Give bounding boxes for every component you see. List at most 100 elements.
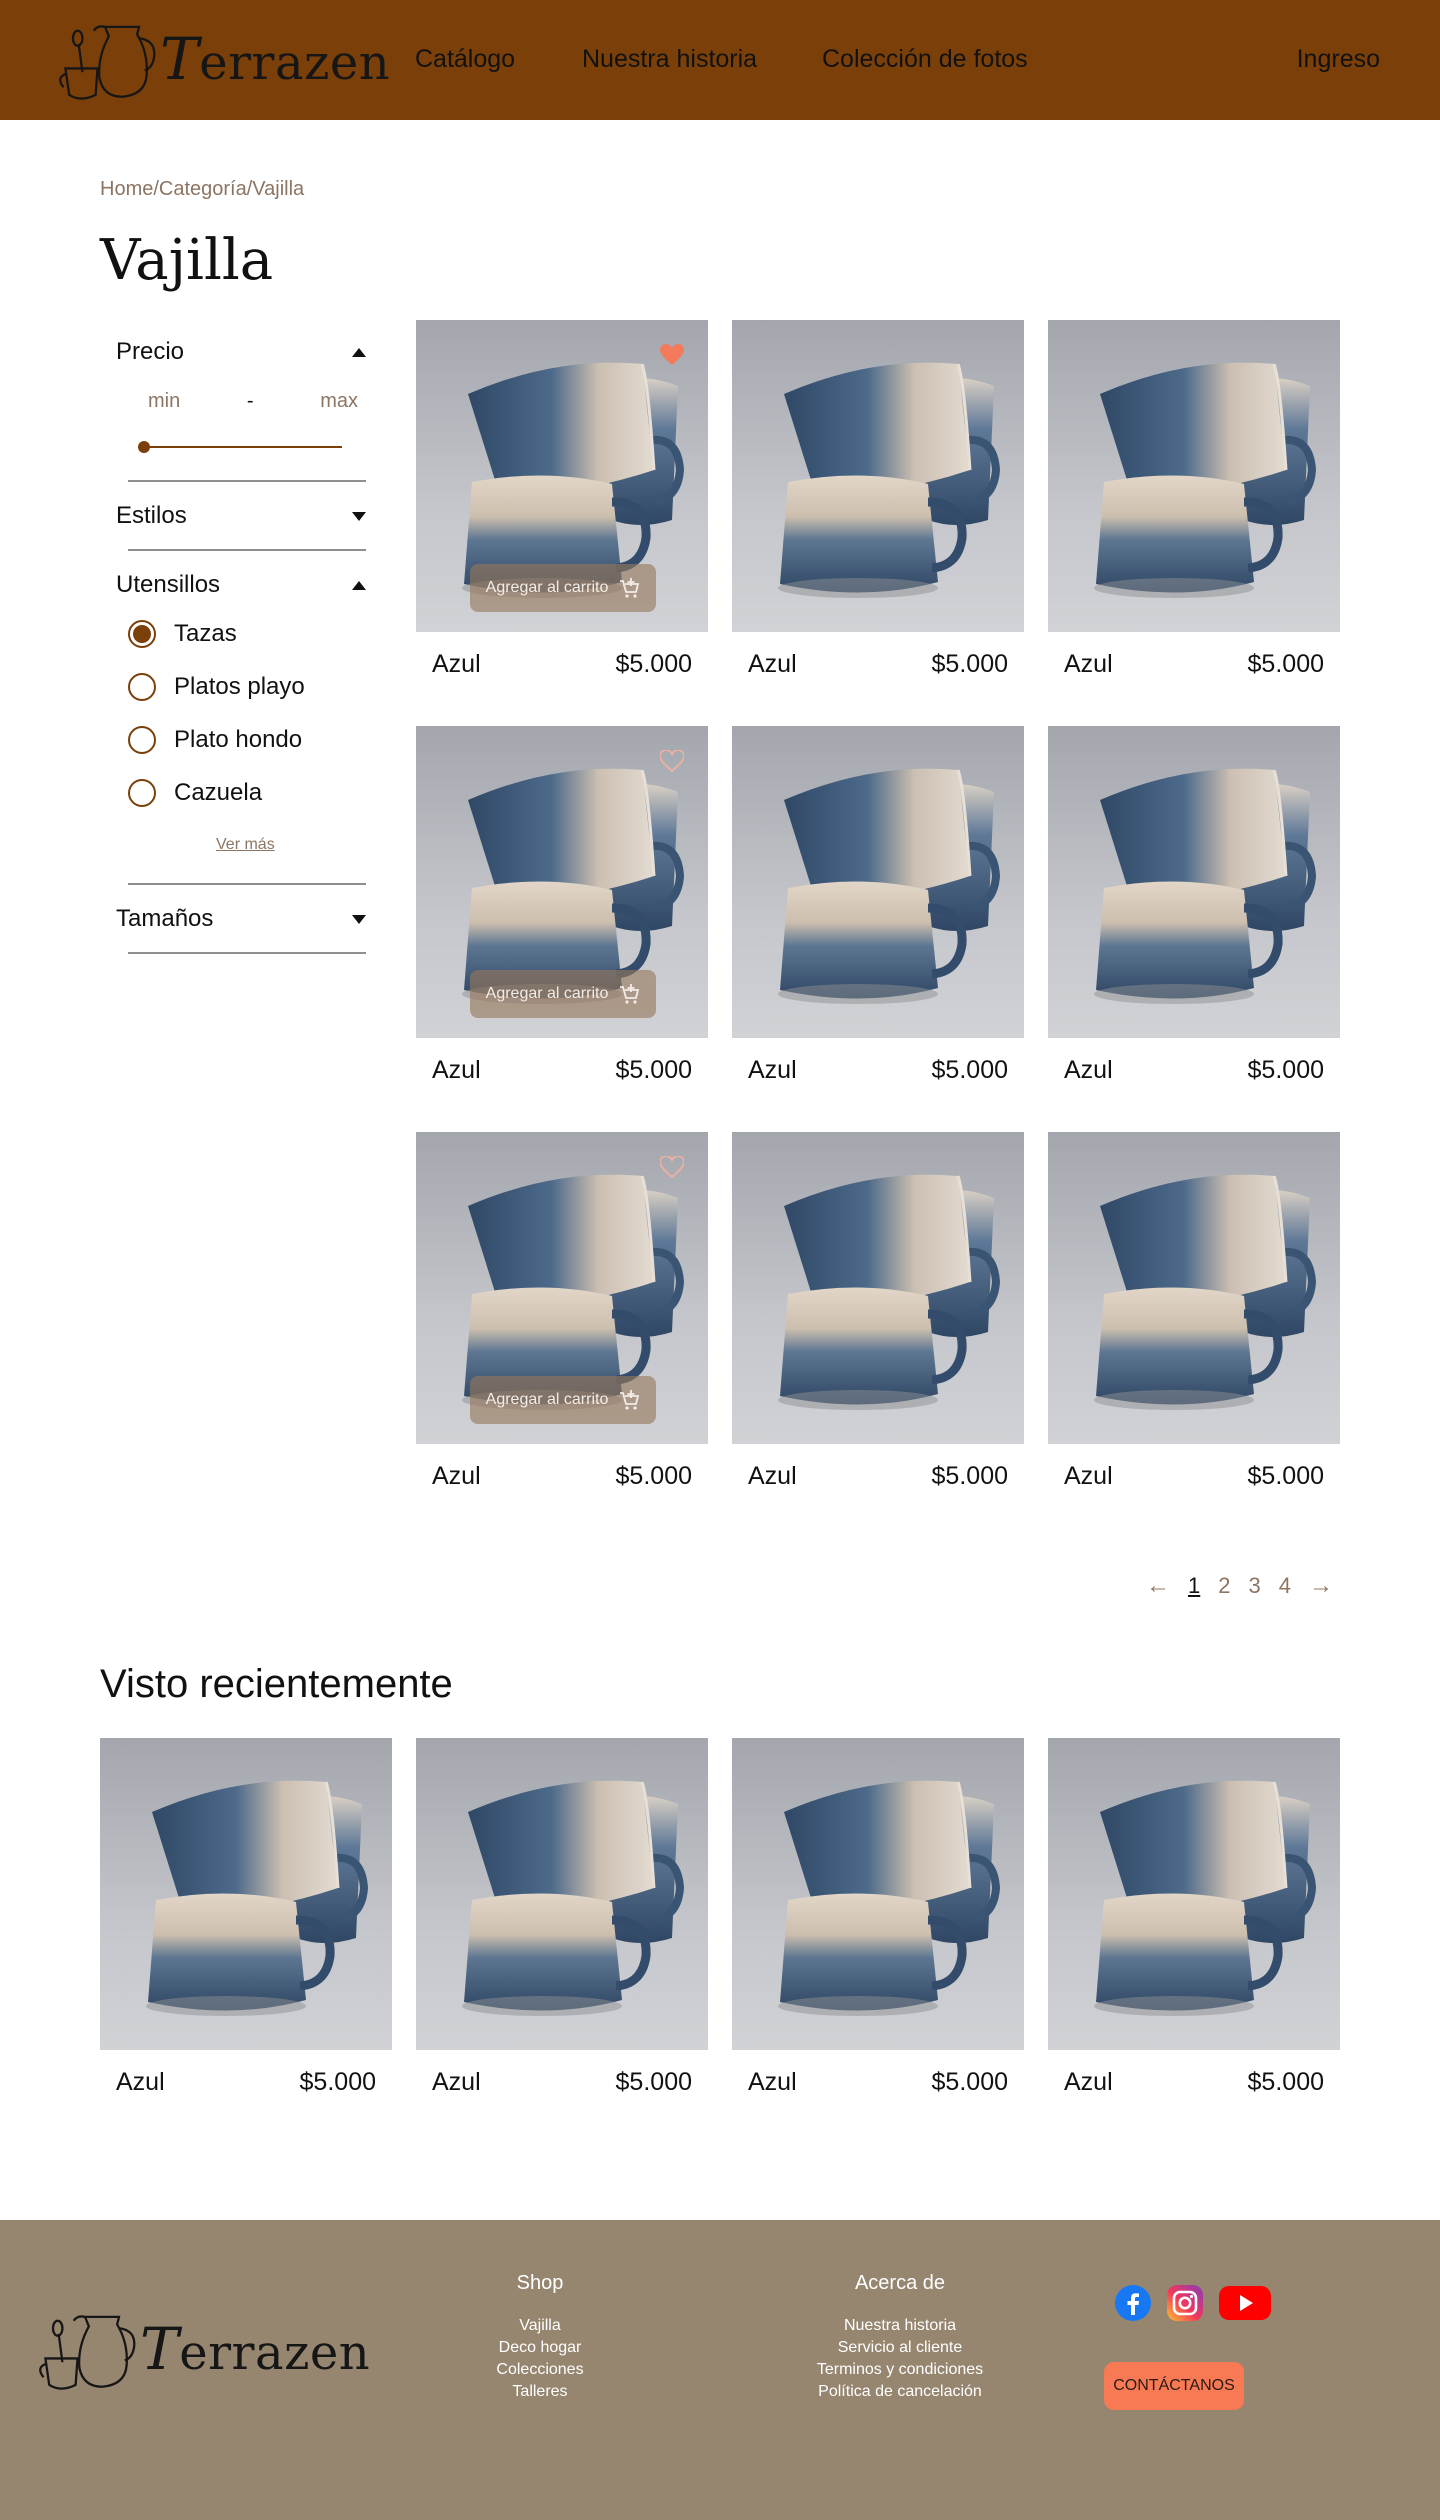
breadcrumb: Home/ Categoría/ Vajilla (100, 178, 304, 201)
product-card[interactable]: Agregar al carrito Azul $5.000 (416, 1132, 708, 1504)
heart-outline-icon[interactable] (660, 750, 684, 772)
footer-link-colecciones[interactable]: Colecciones (470, 2359, 610, 2381)
filter-tamanos-label: Tamaños (116, 905, 214, 932)
nav-catalogo[interactable]: Catálogo (415, 45, 515, 74)
page-4[interactable]: 4 (1279, 1573, 1291, 1599)
price-range-separator: - (246, 390, 254, 412)
site-footer: Terrazen Shop Vajilla Deco hogar Colecci… (0, 2220, 1440, 2520)
brand-logo[interactable]: Terrazen (56, 16, 390, 102)
radio-option-platos-playo[interactable]: Platos playo (128, 673, 305, 701)
footer-link-deco-hogar[interactable]: Deco hogar (470, 2337, 610, 2359)
filter-estilos-header[interactable]: Estilos (116, 502, 366, 530)
youtube-icon[interactable] (1218, 2284, 1272, 2322)
product-card[interactable]: Azul $5.000 (732, 726, 1024, 1098)
radio-label: Platos playo (174, 673, 305, 700)
radio-selected-icon[interactable] (128, 620, 156, 648)
product-image[interactable] (1048, 1738, 1340, 2050)
product-name: Azul (748, 1462, 797, 1490)
caret-down-icon (352, 511, 366, 521)
product-card[interactable]: Agregar al carrito Azul $5.000 (416, 726, 708, 1098)
footer-link-vajilla[interactable]: Vajilla (470, 2315, 610, 2337)
product-price: $5.000 (1247, 1056, 1324, 1084)
ver-mas-link[interactable]: Ver más (216, 836, 275, 854)
social-links (1114, 2284, 1272, 2322)
footer-link-nuestra-historia[interactable]: Nuestra historia (790, 2315, 1010, 2337)
radio-unselected-icon[interactable] (128, 779, 156, 807)
footer-brand-rest: errazen (179, 2325, 371, 2381)
recent-product-card[interactable]: Azul $5.000 (416, 1738, 708, 2110)
product-card[interactable]: Azul $5.000 (1048, 320, 1340, 692)
radio-unselected-icon[interactable] (128, 726, 156, 754)
product-card[interactable]: Azul $5.000 (1048, 1132, 1340, 1504)
radio-unselected-icon[interactable] (128, 673, 156, 701)
product-price: $5.000 (615, 1462, 692, 1490)
footer-link-servicio-cliente[interactable]: Servicio al cliente (790, 2337, 1010, 2359)
product-image[interactable] (1048, 320, 1340, 632)
product-price: $5.000 (931, 650, 1008, 678)
product-image[interactable] (732, 320, 1024, 632)
brand-name-initial: T (160, 25, 200, 93)
recent-product-card[interactable]: Azul $5.000 (100, 1738, 392, 2110)
facebook-icon[interactable] (1114, 2284, 1152, 2322)
footer-shop-title: Shop (516, 2272, 564, 2294)
pitcher-cup-logo-icon (59, 25, 156, 100)
product-image[interactable] (416, 1738, 708, 2050)
filter-precio-header[interactable]: Precio (116, 338, 366, 366)
product-price: $5.000 (615, 1056, 692, 1084)
arrow-right-icon[interactable]: → (1309, 1572, 1333, 1600)
recent-product-card[interactable]: Azul $5.000 (732, 1738, 1024, 2110)
filter-divider (128, 549, 366, 551)
instagram-icon[interactable] (1166, 2284, 1204, 2322)
heart-outline-icon[interactable] (660, 1156, 684, 1178)
heart-filled-icon[interactable] (660, 344, 684, 366)
filter-utensillos-header[interactable]: Utensillos (116, 571, 366, 599)
page-3[interactable]: 3 (1249, 1573, 1261, 1599)
product-image[interactable] (1048, 726, 1340, 1038)
radio-option-plato-hondo[interactable]: Plato hondo (128, 726, 302, 754)
price-slider-handle[interactable] (138, 441, 150, 453)
product-name: Azul (432, 650, 481, 678)
footer-about-column: Acerca de Nuestra historia Servicio al c… (790, 2272, 1010, 2403)
add-to-cart-button[interactable]: Agregar al carrito (470, 564, 656, 612)
nav-coleccion-de-fotos[interactable]: Colección de fotos (822, 45, 1028, 74)
breadcrumb-categoria[interactable]: Categoría/ (159, 178, 252, 201)
product-image[interactable] (732, 726, 1024, 1038)
product-card[interactable]: Azul $5.000 (1048, 726, 1340, 1098)
contact-button[interactable]: CONTÁCTANOS (1104, 2362, 1244, 2410)
filter-tamanos-header[interactable]: Tamaños (116, 905, 366, 933)
add-to-cart-button[interactable]: Agregar al carrito (470, 1376, 656, 1424)
breadcrumb-vajilla[interactable]: Vajilla (252, 178, 304, 201)
footer-link-cancelacion[interactable]: Política de cancelación (790, 2381, 1010, 2403)
add-to-cart-label: Agregar al carrito (485, 985, 609, 1002)
nav-nuestra-historia[interactable]: Nuestra historia (582, 45, 757, 74)
add-to-cart-button[interactable]: Agregar al carrito (470, 970, 656, 1018)
footer-link-terminos[interactable]: Terminos y condiciones (790, 2359, 1010, 2381)
radio-option-tazas[interactable]: Tazas (128, 620, 237, 648)
product-price: $5.000 (1247, 1462, 1324, 1490)
footer-brand-logo[interactable]: Terrazen (36, 2306, 370, 2392)
page-2[interactable]: 2 (1218, 1573, 1230, 1599)
page-1[interactable]: 1 (1188, 1573, 1200, 1599)
product-price: $5.000 (931, 1462, 1008, 1490)
price-min-input[interactable]: min (148, 390, 180, 413)
recent-product-card[interactable]: Azul $5.000 (1048, 1738, 1340, 2110)
price-max-input[interactable]: max (320, 390, 358, 413)
price-slider[interactable] (138, 441, 342, 453)
footer-link-talleres[interactable]: Talleres (470, 2381, 610, 2403)
product-image[interactable] (732, 1132, 1024, 1444)
product-name: Azul (1064, 1462, 1113, 1490)
product-image[interactable] (1048, 1132, 1340, 1444)
product-image[interactable] (100, 1738, 392, 2050)
add-to-cart-label: Agregar al carrito (485, 579, 609, 596)
radio-option-cazuela[interactable]: Cazuela (128, 779, 262, 807)
breadcrumb-home[interactable]: Home/ (100, 178, 159, 201)
product-card[interactable]: Agregar al carrito Azul $5.000 (416, 320, 708, 692)
product-image[interactable] (732, 1738, 1024, 2050)
radio-label: Tazas (174, 620, 237, 647)
product-card[interactable]: Azul $5.000 (732, 320, 1024, 692)
product-price: $5.000 (615, 2068, 692, 2096)
login-link[interactable]: Ingreso (1297, 45, 1380, 74)
arrow-left-icon[interactable]: ← (1146, 1572, 1170, 1600)
footer-about-title: Acerca de (854, 2272, 946, 2294)
product-card[interactable]: Azul $5.000 (732, 1132, 1024, 1504)
